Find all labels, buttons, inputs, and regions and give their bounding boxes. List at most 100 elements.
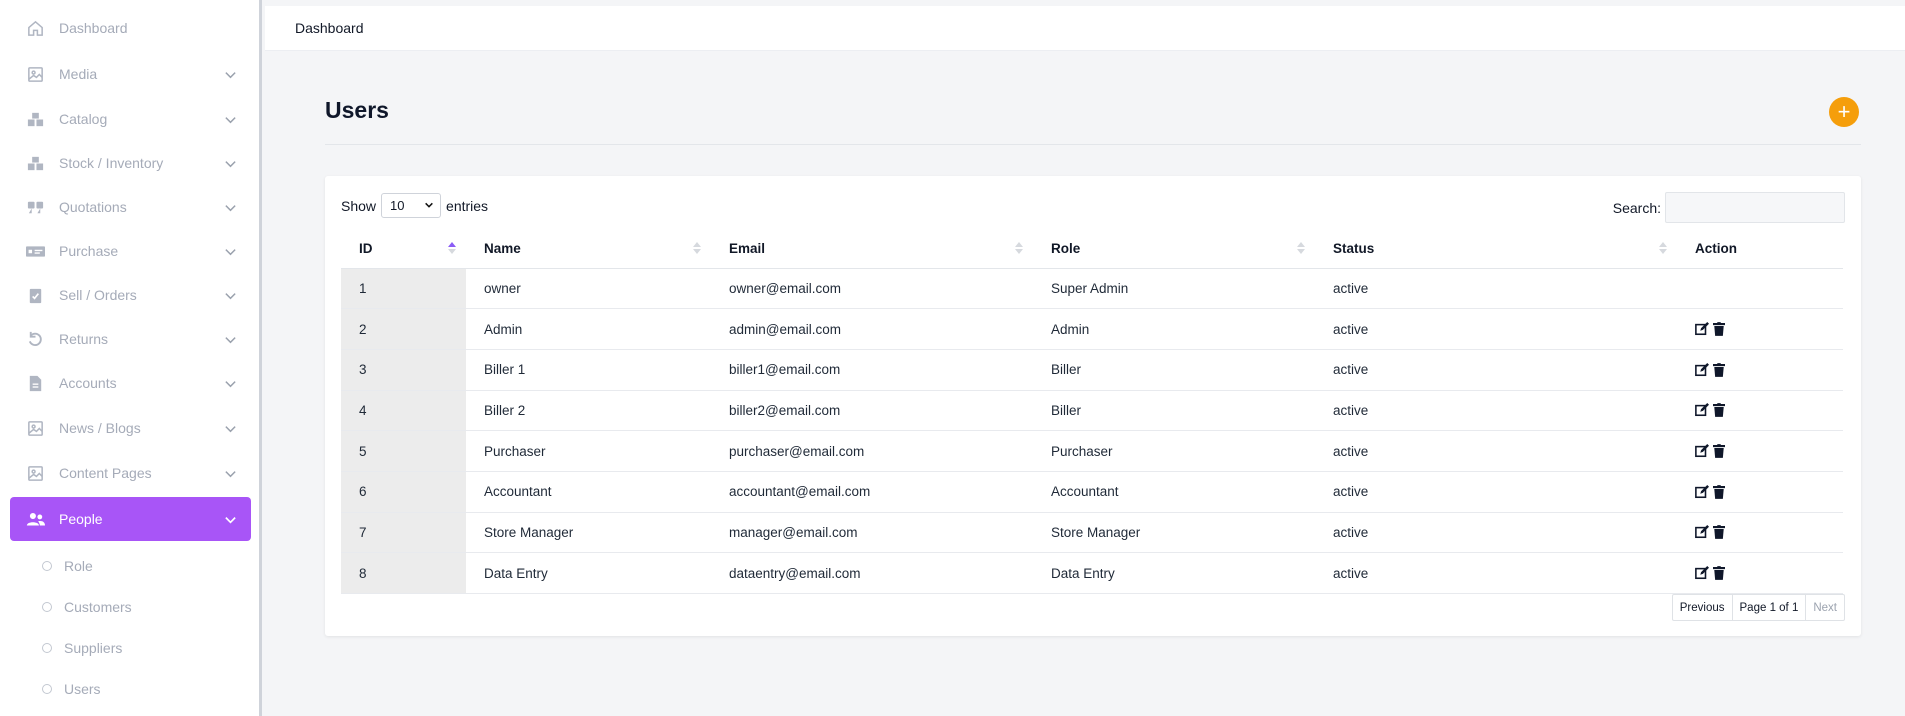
nav-label: Purchase	[59, 243, 119, 259]
sub-item-users[interactable]: Users	[42, 676, 101, 702]
sub-item-label: Users	[64, 681, 101, 697]
entries-label: entries	[446, 197, 489, 214]
cell-name: Biller 1	[466, 349, 711, 391]
cell-email: accountant@email.com	[711, 471, 1033, 513]
header-label: Name	[484, 240, 521, 256]
trash-icon[interactable]	[1713, 484, 1727, 499]
cell-role: Store Manager	[1033, 512, 1315, 554]
nav-media[interactable]: Media	[10, 52, 251, 96]
show-label: Show	[341, 197, 377, 214]
circle-icon	[42, 643, 52, 653]
table-row: 3 Biller 1 biller1@email.com Biller active	[341, 349, 1843, 391]
next-button[interactable]: Next	[1806, 595, 1844, 620]
show-entries: Show 10 entries	[341, 193, 488, 218]
sub-item-role[interactable]: Role	[42, 553, 93, 579]
cell-action	[1677, 512, 1843, 554]
image-icon	[25, 418, 45, 438]
breadcrumb[interactable]: Dashboard	[295, 20, 364, 36]
cell-action	[1677, 552, 1843, 594]
circle-icon	[42, 684, 52, 694]
edit-icon[interactable]	[1695, 362, 1709, 377]
cell-action	[1677, 268, 1843, 310]
edit-icon[interactable]	[1695, 403, 1709, 417]
previous-button[interactable]: Previous	[1673, 595, 1733, 620]
chevron-down-icon	[223, 466, 237, 480]
nav-label: Dashboard	[59, 20, 128, 36]
add-user-button[interactable]: +	[1829, 97, 1859, 127]
cell-role: Data Entry	[1033, 552, 1315, 594]
cell-name: Accountant	[466, 471, 711, 513]
search-input[interactable]	[1665, 192, 1845, 223]
sidebar: Dashboard Media Catalog Stock / Inventor…	[0, 0, 262, 716]
cell-email: biller2@email.com	[711, 390, 1033, 432]
table-row: 2 Admin admin@email.com Admin active	[341, 308, 1843, 350]
edit-icon[interactable]	[1695, 322, 1709, 336]
nav-label: News / Blogs	[59, 420, 141, 436]
trash-icon[interactable]	[1713, 322, 1727, 336]
trash-icon[interactable]	[1713, 525, 1727, 540]
cell-email: biller1@email.com	[711, 349, 1033, 391]
cell-name: Data Entry	[466, 552, 711, 594]
chevron-down-icon	[223, 244, 237, 258]
column-header-status[interactable]: Status	[1315, 229, 1677, 269]
trash-icon[interactable]	[1713, 403, 1727, 418]
nav-label: Sell / Orders	[59, 287, 137, 303]
trash-icon[interactable]	[1713, 444, 1727, 458]
trash-icon[interactable]	[1713, 362, 1727, 377]
column-header-id[interactable]: ID	[341, 229, 466, 269]
trash-icon[interactable]	[1713, 566, 1727, 581]
nav-label: Quotations	[59, 199, 127, 215]
edit-icon[interactable]	[1695, 525, 1709, 539]
nav-dashboard[interactable]: Dashboard	[10, 6, 251, 50]
divider	[325, 144, 1861, 145]
nav-catalog[interactable]: Catalog	[10, 97, 251, 141]
cell-id: 6	[341, 471, 466, 513]
header-label: Email	[729, 240, 766, 256]
column-header-email[interactable]: Email	[711, 229, 1033, 269]
edit-icon[interactable]	[1695, 444, 1709, 458]
entries-select[interactable]: 10	[381, 193, 442, 218]
nav-people[interactable]: People	[10, 497, 251, 541]
sub-item-customers[interactable]: Customers	[42, 594, 132, 620]
table-row: 1 owner owner@email.com Super Admin active	[341, 268, 1843, 310]
column-header-role[interactable]: Role	[1033, 229, 1315, 269]
cell-status: active	[1315, 308, 1677, 350]
cell-id: 7	[341, 512, 466, 554]
cell-status: active	[1315, 430, 1677, 472]
nav-sell-orders[interactable]: Sell / Orders	[10, 273, 251, 317]
nav-accounts[interactable]: Accounts	[10, 361, 251, 405]
nav-news-blogs[interactable]: News / Blogs	[10, 406, 251, 450]
table-row: 8 Data Entry dataentry@email.com Data Entry…	[341, 552, 1843, 594]
edit-icon[interactable]	[1695, 566, 1709, 580]
users-table-card: Show 10 entries Search: ID Name Email Ro…	[325, 176, 1861, 636]
cell-role: Purchaser	[1033, 430, 1315, 472]
plus-icon: +	[1837, 99, 1851, 124]
sub-item-suppliers[interactable]: Suppliers	[42, 635, 122, 661]
column-header-name[interactable]: Name	[466, 229, 711, 269]
edit-icon[interactable]	[1695, 484, 1709, 499]
row-actions	[1695, 362, 1843, 377]
nav-purchase[interactable]: Purchase	[10, 229, 251, 273]
header-label: Status	[1333, 240, 1375, 256]
nav-quotations[interactable]: Quotations	[10, 185, 251, 229]
sort-icon	[693, 242, 701, 254]
cell-action	[1677, 430, 1843, 472]
nav-stock-inventory[interactable]: Stock / Inventory	[10, 141, 251, 185]
nav-content-pages[interactable]: Content Pages	[10, 451, 251, 495]
sub-item-label: Customers	[64, 599, 132, 615]
page-title: Users	[325, 97, 389, 123]
cell-email: admin@email.com	[711, 308, 1033, 350]
boxes-icon	[25, 153, 45, 173]
cell-id: 2	[341, 308, 466, 350]
cell-status: active	[1315, 390, 1677, 432]
cell-email: purchaser@email.com	[711, 430, 1033, 472]
cell-status: active	[1315, 552, 1677, 594]
cell-role: Accountant	[1033, 471, 1315, 513]
nav-returns[interactable]: Returns	[10, 317, 251, 361]
cell-id: 4	[341, 390, 466, 432]
chevron-down-icon	[223, 67, 237, 81]
sub-item-label: Role	[64, 558, 93, 574]
cell-name: Biller 2	[466, 390, 711, 432]
boxes-icon	[25, 109, 45, 129]
header-label: ID	[359, 240, 373, 256]
